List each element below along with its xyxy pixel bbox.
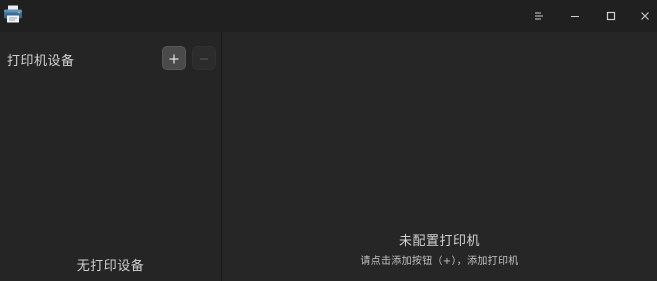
printer-detail-panel: 未配置打印机 请点击添加按钮（+），添加打印机 bbox=[222, 32, 657, 281]
add-printer-hint: 请点击添加按钮（+），添加打印机 bbox=[360, 256, 519, 267]
menu-button[interactable] bbox=[522, 0, 556, 32]
no-printer-title: 未配置打印机 bbox=[398, 234, 480, 249]
printer-device-sidebar: 打印机设备 无打印设备 bbox=[0, 32, 222, 281]
minimize-button[interactable] bbox=[558, 0, 592, 32]
title-bar bbox=[0, 0, 657, 32]
maximize-icon bbox=[606, 11, 616, 21]
sidebar-title: 打印机设备 bbox=[7, 54, 75, 69]
maximize-button[interactable] bbox=[594, 0, 628, 32]
close-icon bbox=[640, 11, 650, 21]
menu-icon bbox=[534, 11, 544, 21]
printer-icon bbox=[3, 5, 23, 23]
minus-icon bbox=[199, 49, 209, 68]
empty-device-list-message: 无打印设备 bbox=[76, 259, 145, 274]
print-manager-window: 打印机设备 无打印设备 未配置打印机 请点击添加按钮（+），添加打印机 bbox=[0, 0, 657, 281]
close-button[interactable] bbox=[628, 0, 657, 32]
plus-icon bbox=[169, 49, 179, 68]
add-printer-button[interactable] bbox=[162, 46, 186, 70]
minimize-icon bbox=[570, 11, 580, 21]
remove-printer-button[interactable] bbox=[192, 46, 216, 70]
